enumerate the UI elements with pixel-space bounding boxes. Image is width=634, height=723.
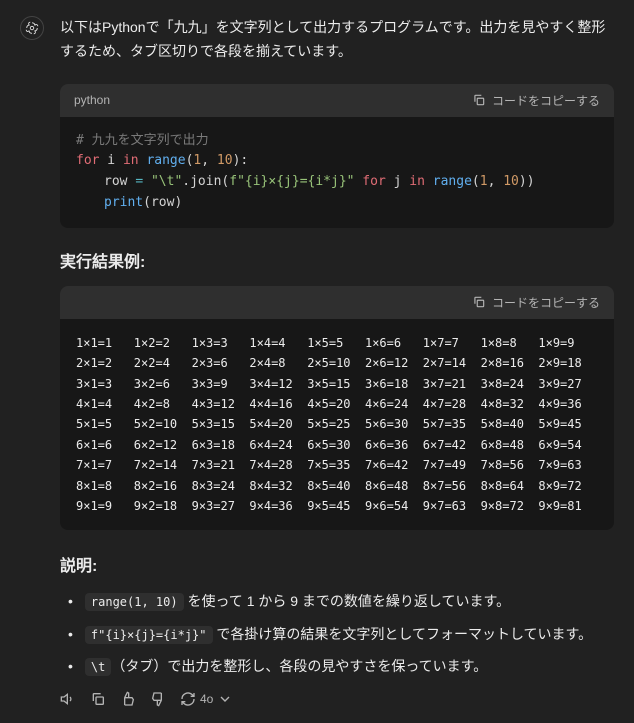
- refresh-icon: [180, 691, 196, 707]
- thumbs-up-button[interactable]: [120, 691, 136, 707]
- inline-code: f"{i}×{j}={i*j}": [85, 626, 213, 644]
- list-item: •f"{i}×{j}={i*j}" で各掛け算の結果を文字列としてフォーマットし…: [68, 623, 614, 645]
- intro-text: 以下はPythonで「九九」を文字列として出力するプログラムです。出力を見やすく…: [60, 16, 614, 64]
- copy-icon: [472, 93, 486, 107]
- output-header: コードをコピーする: [60, 286, 614, 319]
- explain-heading: 説明:: [60, 552, 614, 576]
- copy-code-button[interactable]: コードをコピーする: [472, 92, 600, 109]
- code-body: # 九九を文字列で出力 for i in range(1, 10): row =…: [60, 117, 614, 228]
- copy-icon: [90, 691, 106, 707]
- result-heading: 実行結果例:: [60, 248, 614, 272]
- code-header: python コードをコピーする: [60, 84, 614, 117]
- copy-icon: [472, 295, 486, 309]
- thumbs-down-icon: [150, 691, 166, 707]
- thumbs-down-button[interactable]: [150, 691, 166, 707]
- list-item: •\t（タブ）で出力を整形し、各段の見やすさを保っています。: [68, 655, 614, 677]
- code-block: python コードをコピーする # 九九を文字列で出力 for i in ra…: [60, 84, 614, 228]
- message-actions: 4o: [60, 691, 614, 707]
- message-content: 以下はPythonで「九九」を文字列として出力するプログラムです。出力を見やすく…: [60, 16, 614, 707]
- code-lang: python: [74, 93, 110, 107]
- copy-output-button[interactable]: コードをコピーする: [472, 294, 600, 311]
- list-item: •range(1, 10) を使って 1 から 9 までの数値を繰り返しています…: [68, 590, 614, 612]
- copy-message-button[interactable]: [90, 691, 106, 707]
- model-switch-button[interactable]: 4o: [180, 691, 233, 707]
- assistant-avatar: [20, 16, 44, 40]
- read-aloud-button[interactable]: [60, 691, 76, 707]
- output-body: 1×1=1 1×2=2 1×3=3 1×4=4 1×5=5 1×6=6 1×7=…: [60, 319, 614, 531]
- explanation-list: •range(1, 10) を使って 1 から 9 までの数値を繰り返しています…: [60, 590, 614, 677]
- thumbs-up-icon: [120, 691, 136, 707]
- inline-code: \t: [85, 658, 111, 676]
- speaker-icon: [60, 691, 76, 707]
- inline-code: range(1, 10): [85, 593, 184, 611]
- output-block: コードをコピーする 1×1=1 1×2=2 1×3=3 1×4=4 1×5=5 …: [60, 286, 614, 531]
- chevron-down-icon: [217, 691, 233, 707]
